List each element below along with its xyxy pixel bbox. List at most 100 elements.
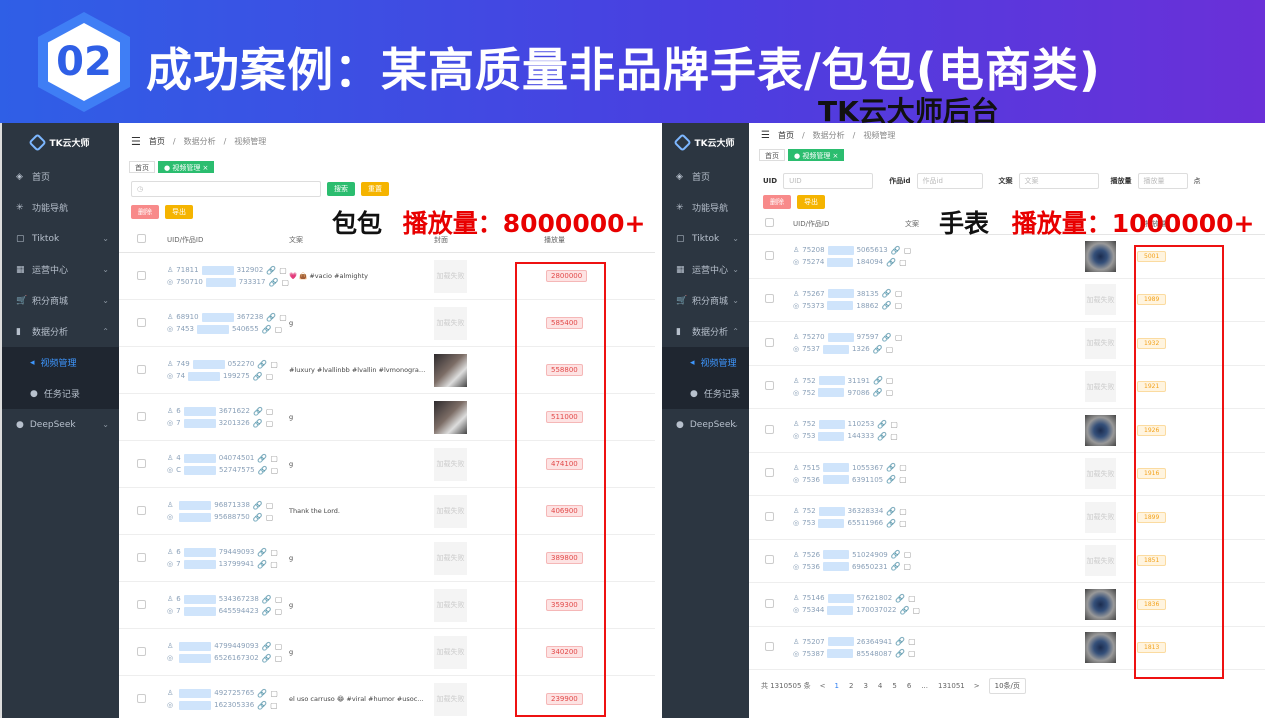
link-icon[interactable]: 🔗 [257, 701, 267, 710]
row-checkbox[interactable] [765, 381, 774, 391]
link-icon[interactable]: 🔗 [895, 649, 905, 658]
row-checkbox[interactable] [137, 599, 146, 609]
link-icon[interactable]: 🔗 [895, 594, 905, 603]
link-icon[interactable]: 🔗 [877, 432, 887, 441]
link-icon[interactable]: 🔗 [882, 333, 892, 342]
cover-image[interactable]: 加载失败 [434, 494, 467, 528]
copy-icon[interactable]: ▢ [886, 345, 894, 354]
copy-icon[interactable]: ▢ [904, 562, 912, 571]
menu-fold-icon[interactable]: ☰ [761, 130, 770, 141]
link-icon[interactable]: 🔗 [257, 560, 267, 569]
reset-button[interactable]: 重置 [361, 182, 389, 196]
copy-icon[interactable]: ▢ [266, 513, 274, 522]
link-icon[interactable]: 🔗 [886, 475, 896, 484]
link-icon[interactable]: 🔗 [262, 654, 272, 663]
cover-image[interactable] [1085, 632, 1116, 664]
row-checkbox[interactable] [137, 364, 146, 374]
link-icon[interactable]: 🔗 [873, 345, 883, 354]
menu-fold-icon[interactable]: ☰ [131, 135, 141, 148]
link-icon[interactable]: 🔗 [886, 519, 896, 528]
link-icon[interactable]: 🔗 [886, 258, 896, 267]
row-checkbox[interactable] [137, 317, 146, 327]
cover-image[interactable]: 加载失败 [1085, 284, 1116, 316]
work-id-input[interactable]: 作品id [916, 173, 983, 189]
copy-icon[interactable]: ▢ [899, 258, 907, 267]
cover-image[interactable]: 加载失败 [1085, 458, 1116, 490]
link-icon[interactable]: 🔗 [262, 642, 272, 651]
link-icon[interactable]: 🔗 [253, 372, 263, 381]
sidebar-item-1[interactable]: ✳ 功能导航 [662, 192, 749, 223]
sidebar-subitem-0[interactable]: ◂ 视频管理 [2, 347, 119, 378]
prev-page[interactable]: < [820, 682, 826, 690]
link-icon[interactable]: 🔗 [257, 548, 267, 557]
link-icon[interactable]: 🔗 [258, 466, 268, 475]
row-checkbox[interactable] [137, 693, 146, 703]
copy-icon[interactable]: ▢ [275, 325, 283, 334]
delete-button[interactable]: 删除 [763, 195, 791, 209]
cover-image[interactable] [434, 353, 467, 387]
copy-icon[interactable]: ▢ [899, 507, 907, 516]
row-checkbox[interactable] [137, 646, 146, 656]
sidebar-item-5[interactable]: ▮ 数据分析 ⌃ [662, 316, 749, 347]
page-number[interactable]: 131051 [938, 682, 965, 690]
cover-image[interactable]: 加载失败 [1085, 501, 1116, 533]
copy-icon[interactable]: ▢ [271, 466, 279, 475]
tab-video-manage[interactable]: ● 视频管理 × [158, 161, 215, 173]
copy-icon[interactable]: ▢ [281, 278, 289, 287]
copy-icon[interactable]: ▢ [270, 689, 278, 698]
copy-icon[interactable]: ▢ [886, 388, 894, 397]
link-icon[interactable]: 🔗 [891, 562, 901, 571]
row-checkbox[interactable] [765, 468, 774, 478]
sidebar-subitem-0[interactable]: ◂ 视频管理 [662, 347, 749, 378]
link-icon[interactable]: 🔗 [268, 278, 278, 287]
link-icon[interactable]: 🔗 [899, 606, 909, 615]
copy-icon[interactable]: ▢ [908, 594, 916, 603]
sidebar-item-3[interactable]: ▦ 运营中心 ⌄ [662, 254, 749, 285]
copy-icon[interactable]: ▢ [275, 595, 283, 604]
copy-icon[interactable]: ▢ [275, 607, 283, 616]
row-checkbox[interactable] [137, 270, 146, 280]
export-button[interactable]: 导出 [797, 195, 825, 209]
row-checkbox[interactable] [137, 505, 146, 515]
cover-image[interactable] [1085, 240, 1116, 272]
plays-input[interactable]: 播放量 [1137, 173, 1188, 189]
sidebar-item-deepseek[interactable]: ● DeepSeek ⌄ [2, 409, 119, 440]
copy-icon[interactable]: ▢ [904, 550, 912, 559]
link-icon[interactable]: 🔗 [257, 454, 267, 463]
page-number[interactable]: 1 [835, 682, 839, 690]
row-checkbox[interactable] [765, 555, 774, 565]
link-icon[interactable]: 🔗 [253, 501, 263, 510]
link-icon[interactable]: 🔗 [262, 325, 272, 334]
copy-icon[interactable]: ▢ [279, 266, 287, 275]
page-number[interactable]: 4 [878, 682, 882, 690]
link-icon[interactable]: 🔗 [253, 513, 263, 522]
copy-icon[interactable]: ▢ [275, 654, 283, 663]
link-icon[interactable]: 🔗 [877, 420, 887, 429]
page-number[interactable]: ... [921, 682, 928, 690]
link-icon[interactable]: 🔗 [882, 301, 892, 310]
link-icon[interactable]: 🔗 [891, 550, 901, 559]
breadcrumb-analysis[interactable]: 数据分析 [184, 136, 216, 147]
delete-button[interactable]: 删除 [131, 205, 159, 219]
copy-icon[interactable]: ▢ [899, 463, 907, 472]
copy-icon[interactable]: ▢ [270, 454, 278, 463]
link-icon[interactable]: 🔗 [257, 689, 267, 698]
cover-image[interactable]: 加载失败 [434, 682, 467, 716]
copy-icon[interactable]: ▢ [890, 420, 898, 429]
row-checkbox[interactable] [137, 552, 146, 562]
copy-icon[interactable]: ▢ [890, 432, 898, 441]
row-checkbox[interactable] [137, 458, 146, 468]
cover-image[interactable]: 加载失败 [434, 588, 467, 622]
copy-icon[interactable]: ▢ [270, 560, 278, 569]
cover-image[interactable]: 加载失败 [1085, 545, 1116, 577]
breadcrumb-home[interactable]: 首页 [778, 130, 794, 141]
select-all-checkbox[interactable] [137, 234, 146, 243]
link-icon[interactable]: 🔗 [886, 463, 896, 472]
link-icon[interactable]: 🔗 [873, 388, 883, 397]
uid-input[interactable]: UID [783, 173, 874, 189]
page-size-select[interactable]: 10条/页 [988, 678, 1026, 694]
tab-video-manage[interactable]: ● 视频管理 × [788, 149, 845, 161]
copy-icon[interactable]: ▢ [270, 360, 278, 369]
tab-home[interactable]: 首页 [129, 161, 155, 173]
page-number[interactable]: 3 [863, 682, 867, 690]
